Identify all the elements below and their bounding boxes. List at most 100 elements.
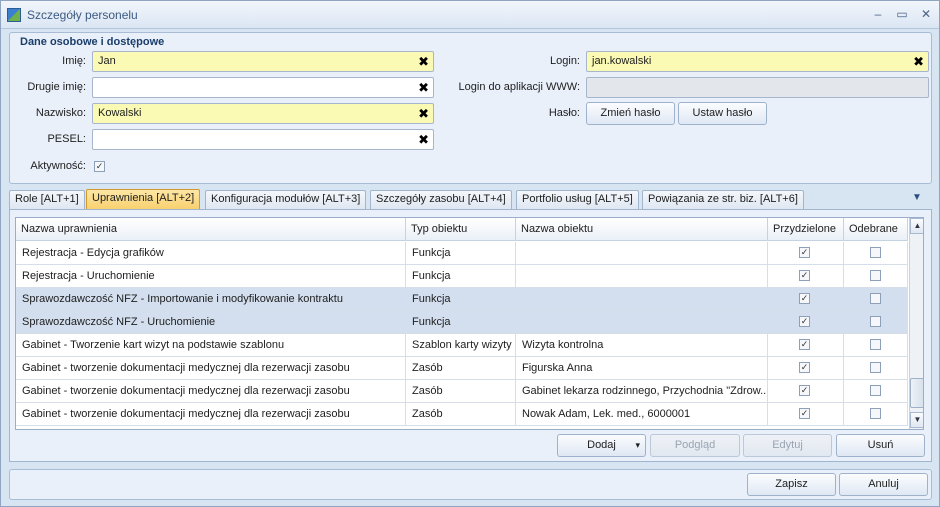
vertical-scrollbar[interactable]: ▲ ▼ xyxy=(909,218,923,429)
cell-permission-name: Gabinet - tworzenie dokumentacji medyczn… xyxy=(16,380,406,403)
cell-permission-name: Sprawozdawczość NFZ - Uruchomienie xyxy=(16,311,406,334)
personal-data-group: Dane osobowe i dostępowe Imię: Jan ✖ Dru… xyxy=(9,32,932,184)
revoked-checkbox[interactable] xyxy=(870,362,881,373)
minimize-button[interactable]: – xyxy=(869,6,887,22)
column-assigned[interactable]: Przydzielone xyxy=(768,218,844,241)
cell-object-type: Zasób xyxy=(406,380,516,403)
revoked-checkbox[interactable] xyxy=(870,316,881,327)
revoked-checkbox[interactable] xyxy=(870,408,881,419)
assigned-checkbox[interactable]: ✓ xyxy=(799,247,810,258)
assigned-checkbox[interactable]: ✓ xyxy=(799,339,810,350)
assigned-checkbox[interactable]: ✓ xyxy=(799,385,810,396)
cell-object-name: Figurska Anna xyxy=(516,357,768,380)
scroll-up-button[interactable]: ▲ xyxy=(910,218,923,234)
cell-object-type: Funkcja xyxy=(406,311,516,334)
table-row[interactable]: Sprawozdawczość NFZ - Importowanie i mod… xyxy=(16,288,908,311)
cell-assigned: ✓ xyxy=(768,334,844,357)
cell-assigned: ✓ xyxy=(768,288,844,311)
cell-revoked xyxy=(844,380,908,403)
assigned-checkbox[interactable]: ✓ xyxy=(799,316,810,327)
revoked-checkbox[interactable] xyxy=(870,385,881,396)
set-password-button[interactable]: Ustaw hasło xyxy=(678,102,767,125)
cell-object-name xyxy=(516,288,768,311)
cell-revoked xyxy=(844,311,908,334)
assigned-checkbox[interactable]: ✓ xyxy=(799,293,810,304)
revoked-checkbox[interactable] xyxy=(870,270,881,281)
cell-revoked xyxy=(844,265,908,288)
add-label: Dodaj xyxy=(587,439,616,451)
column-permission-name[interactable]: Nazwa uprawnienia xyxy=(16,218,406,241)
column-revoked[interactable]: Odebrane xyxy=(844,218,908,241)
change-password-button[interactable]: Zmień hasło xyxy=(586,102,675,125)
cell-assigned: ✓ xyxy=(768,380,844,403)
add-dropdown-icon[interactable]: ▾ xyxy=(635,435,640,456)
first-name-field[interactable]: Jan ✖ xyxy=(92,51,434,72)
cell-object-name: Nowak Adam, Lek. med., 6000001 xyxy=(516,403,768,426)
tab-permissions[interactable]: Uprawnienia [ALT+2] xyxy=(86,189,201,210)
first-name-label: Imię: xyxy=(62,55,86,67)
second-name-field[interactable]: ✖ xyxy=(92,77,434,98)
scroll-thumb[interactable] xyxy=(910,378,923,408)
revoked-checkbox[interactable] xyxy=(870,293,881,304)
table-row[interactable]: Rejestracja - Uruchomienie Funkcja ✓ xyxy=(16,265,908,288)
tab-services-portfolio[interactable]: Portfolio usług [ALT+5] xyxy=(516,190,639,209)
cell-revoked xyxy=(844,403,908,426)
last-name-field[interactable]: Kowalski ✖ xyxy=(92,103,434,124)
tab-resource-details[interactable]: Szczegóły zasobu [ALT+4] xyxy=(370,190,512,209)
clear-pesel-icon[interactable]: ✖ xyxy=(418,130,429,149)
cell-revoked xyxy=(844,357,908,380)
assigned-checkbox[interactable]: ✓ xyxy=(799,408,810,419)
clear-login-icon[interactable]: ✖ xyxy=(913,52,924,71)
cell-permission-name: Sprawozdawczość NFZ - Importowanie i mod… xyxy=(16,288,406,311)
delete-button[interactable]: Usuń xyxy=(836,434,925,457)
table-row[interactable]: Rejestracja - Edycja grafików Funkcja ✓ xyxy=(16,242,908,265)
cell-object-name xyxy=(516,242,768,265)
save-button[interactable]: Zapisz xyxy=(747,473,836,496)
scroll-down-button[interactable]: ▼ xyxy=(910,412,923,428)
cancel-button[interactable]: Anuluj xyxy=(839,473,928,496)
revoked-checkbox[interactable] xyxy=(870,339,881,350)
table-row[interactable]: Gabinet - tworzenie dokumentacji medyczn… xyxy=(16,403,908,426)
www-login-label: Login do aplikacji WWW: xyxy=(458,81,580,93)
cell-revoked xyxy=(844,334,908,357)
revoked-checkbox[interactable] xyxy=(870,247,881,258)
tab-module-config[interactable]: Konfiguracja modułów [ALT+3] xyxy=(205,190,367,209)
cell-revoked xyxy=(844,242,908,265)
table-row[interactable]: Sprawozdawczość NFZ - Uruchomienie Funkcj… xyxy=(16,311,908,334)
window-title: Szczegóły personelu xyxy=(27,8,138,22)
column-object-name[interactable]: Nazwa obiektu xyxy=(516,218,768,241)
table-row[interactable]: Gabinet - tworzenie dokumentacji medyczn… xyxy=(16,357,908,380)
active-label: Aktywność: xyxy=(30,160,86,172)
last-name-value: Kowalski xyxy=(98,107,142,119)
cell-permission-name: Gabinet - Tworzenie kart wizyt na podsta… xyxy=(16,334,406,357)
pesel-field[interactable]: ✖ xyxy=(92,129,434,150)
login-field[interactable]: jan.kowalski ✖ xyxy=(586,51,929,72)
last-name-label: Nazwisko: xyxy=(35,107,86,119)
edit-button[interactable]: Edytuj xyxy=(743,434,832,457)
tab-roles[interactable]: Role [ALT+1] xyxy=(9,190,85,209)
app-icon xyxy=(7,8,21,22)
cell-object-name: Gabinet lekarza rodzinnego, Przychodnia … xyxy=(516,380,768,403)
first-name-value: Jan xyxy=(98,55,116,67)
active-checkbox[interactable]: ✓ xyxy=(94,161,105,172)
cell-assigned: ✓ xyxy=(768,357,844,380)
preview-button[interactable]: Podgląd xyxy=(650,434,740,457)
pesel-label: PESEL: xyxy=(47,133,86,145)
add-button[interactable]: Dodaj ▾ xyxy=(557,434,646,457)
cell-permission-name: Rejestracja - Edycja grafików xyxy=(16,242,406,265)
maximize-button[interactable]: ▭ xyxy=(893,6,911,22)
assigned-checkbox[interactable]: ✓ xyxy=(799,270,810,281)
assigned-checkbox[interactable]: ✓ xyxy=(799,362,810,373)
close-button[interactable]: ✕ xyxy=(917,6,935,22)
tab-business-links[interactable]: Powiązania ze str. biz. [ALT+6] xyxy=(642,190,804,209)
title-bar[interactable]: Szczegóły personelu – ▭ ✕ xyxy=(1,1,939,29)
column-object-type[interactable]: Typ obiektu xyxy=(406,218,516,241)
table-row[interactable]: Gabinet - Tworzenie kart wizyt na podsta… xyxy=(16,334,908,357)
personnel-details-window: Szczegóły personelu – ▭ ✕ Dane osobowe i… xyxy=(0,0,940,507)
table-row[interactable]: Gabinet - tworzenie dokumentacji medyczn… xyxy=(16,380,908,403)
cell-object-type: Funkcja xyxy=(406,288,516,311)
cell-object-type: Funkcja xyxy=(406,265,516,288)
cell-permission-name: Gabinet - tworzenie dokumentacji medyczn… xyxy=(16,357,406,380)
cell-assigned: ✓ xyxy=(768,311,844,334)
tab-overflow-icon[interactable]: ▼ xyxy=(912,192,922,203)
